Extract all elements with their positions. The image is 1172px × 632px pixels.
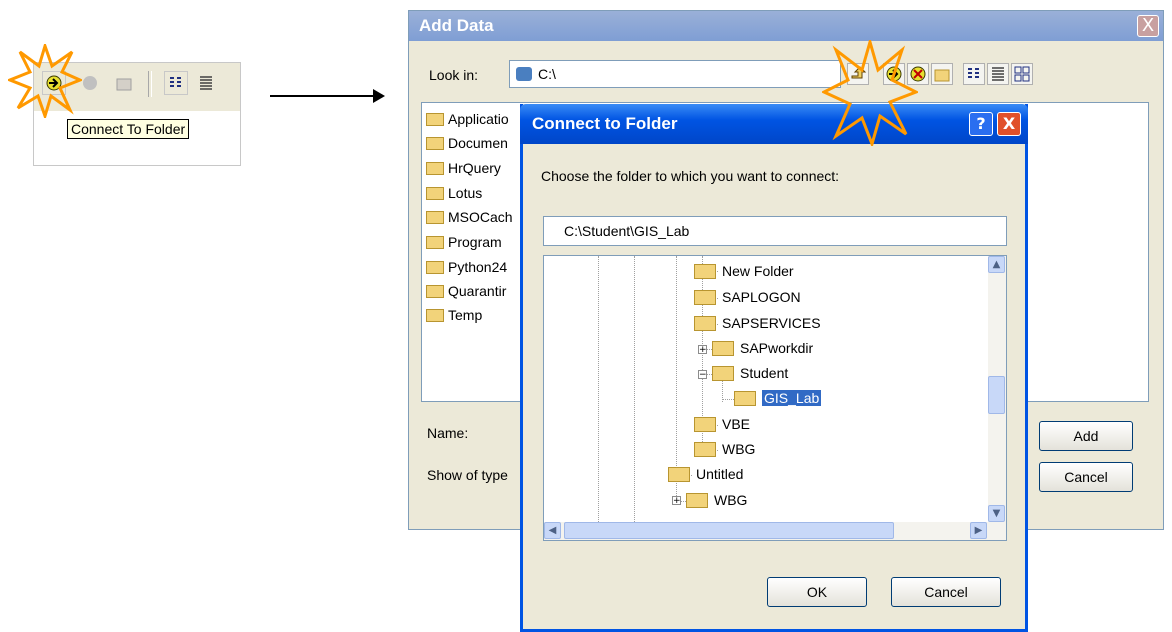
list-item[interactable]: Quarantir — [426, 281, 506, 301]
folder-icon — [694, 417, 716, 432]
scroll-thumb[interactable] — [988, 376, 1005, 414]
tree-item[interactable]: SAPSERVICES — [694, 312, 821, 334]
list-item[interactable]: Lotus — [426, 183, 482, 203]
type-label: Show of type — [427, 467, 508, 483]
details-view-icon — [992, 67, 1004, 81]
list-item[interactable]: Documen — [426, 133, 508, 153]
dialog-cancel-button[interactable]: Cancel — [891, 577, 1001, 607]
folder-icon — [712, 341, 734, 356]
help-icon: ? — [976, 114, 986, 133]
cancel-button[interactable]: Cancel — [1039, 462, 1133, 492]
folder-tree: New Folder SAPLOGON SAPSERVICES + SAPwor… — [543, 255, 1007, 541]
tree-item[interactable]: SAPLOGON — [694, 286, 801, 308]
scroll-up-icon[interactable]: ▲ — [988, 256, 1005, 273]
scroll-right-icon[interactable]: ▶ — [970, 522, 987, 539]
vertical-scrollbar[interactable]: ▲ ▼ — [988, 256, 1006, 522]
folder-icon — [668, 467, 690, 482]
folder-icon — [426, 236, 444, 249]
folder-icon — [426, 162, 444, 175]
tree-item[interactable]: Student — [694, 362, 788, 384]
dialog-close-button[interactable]: X — [997, 112, 1021, 136]
folder-icon — [426, 261, 444, 274]
tree-item-selected[interactable]: GIS_Lab — [734, 387, 822, 409]
folder-icon — [426, 137, 444, 150]
list-view-icon — [170, 77, 181, 87]
folder-icon — [426, 187, 444, 200]
folder-icon — [694, 316, 716, 331]
tooltip: Connect To Folder — [67, 119, 190, 139]
list-item[interactable]: Program — [426, 232, 502, 252]
connect-to-folder-dialog: Connect to Folder ? X Choose the folder … — [520, 104, 1028, 632]
add-data-title: Add Data — [409, 11, 1163, 41]
arrow-head — [373, 89, 385, 103]
highlight-star-icon — [8, 44, 82, 118]
dialog-prompt: Choose the folder to which you want to c… — [541, 168, 840, 184]
close-icon: X — [1002, 114, 1016, 133]
drive-icon — [516, 67, 532, 81]
list-view-button[interactable] — [164, 71, 188, 95]
close-button[interactable]: X — [1137, 15, 1159, 37]
list-item[interactable]: MSOCach — [426, 207, 513, 227]
folder-open-icon — [734, 391, 756, 406]
scroll-down-icon[interactable]: ▼ — [988, 505, 1005, 522]
path-field[interactable]: C:\Student\GIS_Lab — [543, 216, 1007, 246]
folder-icon — [426, 309, 444, 322]
new-folder-icon — [116, 78, 132, 91]
folder-icon — [694, 264, 716, 279]
tree-line — [634, 256, 635, 522]
folder-icon — [686, 493, 708, 508]
globe-icon — [83, 76, 97, 90]
tree-item[interactable]: WBG — [668, 489, 747, 511]
tree-item[interactable]: WBG — [694, 438, 755, 460]
list-view-icon — [968, 68, 979, 78]
list-item[interactable]: Python24 — [426, 257, 507, 277]
folder-icon — [694, 290, 716, 305]
details-view-icon — [200, 76, 212, 90]
tree-item[interactable]: Untitled — [668, 463, 743, 485]
folder-icon — [694, 442, 716, 457]
tree-item[interactable]: SAPworkdir — [694, 337, 813, 359]
thumbnails-view-button[interactable] — [1011, 63, 1033, 85]
look-in-value: C:\ — [538, 66, 556, 82]
name-label: Name: — [427, 425, 469, 441]
add-button[interactable]: Add — [1039, 421, 1133, 451]
dialog-title: Connect to Folder — [520, 104, 1028, 144]
look-in-combo[interactable]: C:\ — [509, 60, 841, 88]
ok-button[interactable]: OK — [767, 577, 867, 607]
folder-icon — [426, 113, 444, 126]
help-button[interactable]: ? — [969, 112, 993, 136]
tree-line — [598, 256, 599, 522]
folder-icon — [712, 366, 734, 381]
list-view-button-2[interactable] — [963, 63, 985, 85]
details-view-button[interactable] — [194, 71, 218, 95]
toolbar-separator — [148, 71, 152, 97]
horizontal-scrollbar[interactable]: ◀ ▶ — [544, 522, 1006, 540]
list-item[interactable]: HrQuery — [426, 158, 501, 178]
thumbnails-view-icon — [1014, 66, 1030, 82]
folder-icon — [426, 285, 444, 298]
close-icon: X — [1141, 15, 1155, 36]
scroll-left-icon[interactable]: ◀ — [544, 522, 561, 539]
list-item[interactable]: Temp — [426, 305, 482, 325]
details-view-button-2[interactable] — [987, 63, 1009, 85]
highlight-star-icon — [822, 40, 918, 146]
tree-item[interactable]: New Folder — [694, 260, 794, 282]
new-folder-icon — [934, 69, 950, 82]
new-folder-button[interactable] — [112, 71, 136, 95]
scroll-thumb[interactable] — [564, 522, 894, 539]
look-in-label: Look in: — [429, 67, 479, 83]
arrow-line — [270, 95, 380, 97]
new-folder-button-2[interactable] — [931, 63, 953, 85]
folder-icon — [426, 211, 444, 224]
list-item[interactable]: Applicatio — [426, 109, 509, 129]
tree-item[interactable]: VBE — [694, 413, 750, 435]
